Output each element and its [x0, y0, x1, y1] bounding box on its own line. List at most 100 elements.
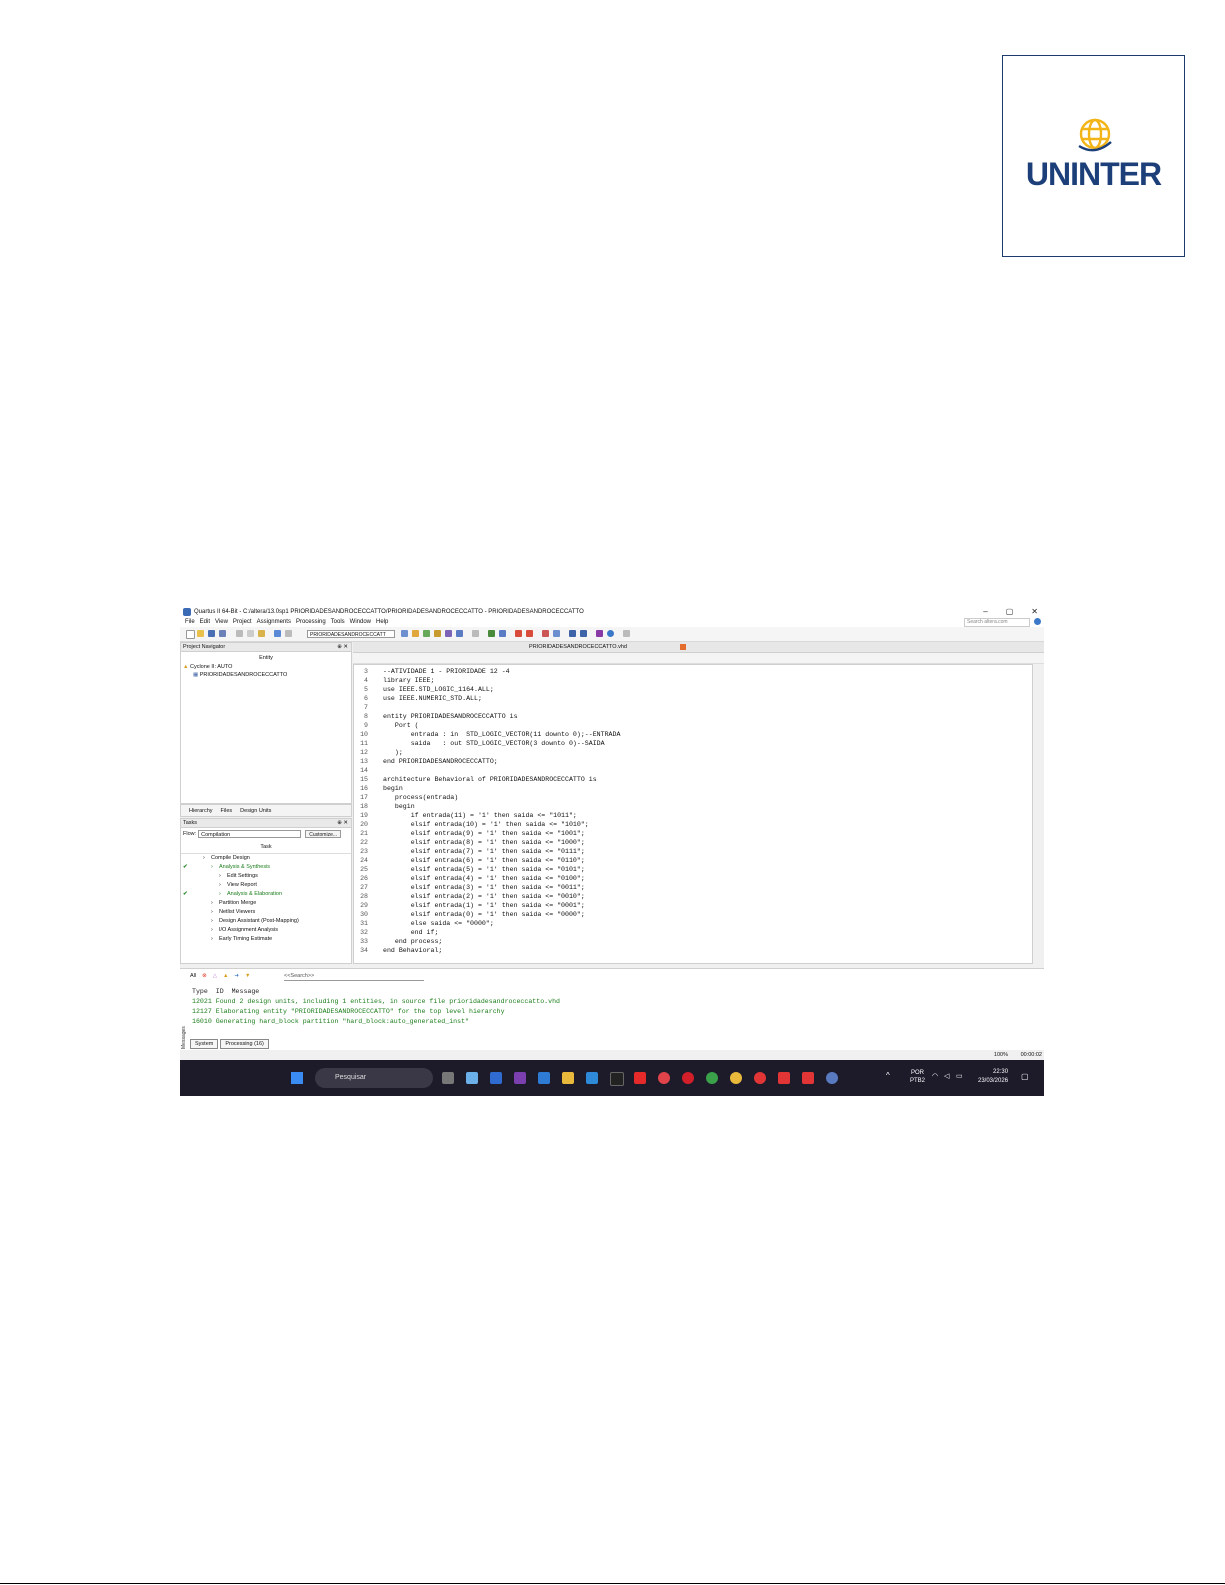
- code-line[interactable]: 22 elsif entrada(8) = '1' then saida <= …: [354, 838, 1032, 847]
- expand-icon[interactable]: ›: [219, 890, 221, 899]
- volume-icon[interactable]: ◁: [944, 1072, 949, 1080]
- help-toolbar-icon[interactable]: [607, 630, 614, 637]
- code-line[interactable]: 23 elsif entrada(7) = '1' then saida <= …: [354, 847, 1032, 856]
- photos-icon[interactable]: [538, 1072, 550, 1084]
- onenote-icon[interactable]: [514, 1072, 526, 1084]
- code-line[interactable]: 20 elsif entrada(10) = '1' then saida <=…: [354, 820, 1032, 829]
- notification-icon[interactable]: ▢: [1021, 1072, 1029, 1081]
- start-compilation-icon[interactable]: [488, 630, 495, 637]
- menu-project[interactable]: Project: [233, 619, 252, 625]
- code-line[interactable]: 3 --ATIVIDADE 1 - PRIORIDADE 12 -4: [354, 667, 1032, 676]
- expand-icon[interactable]: ›: [219, 881, 221, 890]
- code-line[interactable]: 14: [354, 766, 1032, 775]
- menu-assignments[interactable]: Assignments: [257, 619, 291, 625]
- menu-tools[interactable]: Tools: [331, 619, 345, 625]
- tab-design-units[interactable]: Design Units: [240, 808, 271, 814]
- critical-warning-filter-icon[interactable]: △: [213, 973, 217, 979]
- close-icon[interactable]: ✕: [1031, 607, 1038, 616]
- task-item[interactable]: › View Report: [181, 881, 351, 890]
- tab-files[interactable]: Files: [221, 808, 233, 814]
- open-folder-icon[interactable]: [197, 630, 204, 637]
- code-line[interactable]: 15 architecture Behavioral of PRIORIDADES…: [354, 775, 1032, 784]
- chrome-profile-icon[interactable]: [706, 1072, 718, 1084]
- timing-analyzer-icon[interactable]: [515, 630, 522, 637]
- chevron-up-icon[interactable]: ^: [886, 1071, 890, 1080]
- mail-icon[interactable]: [490, 1072, 502, 1084]
- task-item[interactable]: › Netlist Viewers: [181, 908, 351, 917]
- task-item[interactable]: › Early Timing Estimate: [181, 935, 351, 944]
- programmer-icon[interactable]: [553, 630, 560, 637]
- language-indicator[interactable]: POR PTB2: [910, 1069, 925, 1085]
- task-item[interactable]: › Partition Merge: [181, 899, 351, 908]
- code-line[interactable]: 34 end Behavioral;: [354, 946, 1032, 955]
- funnel-icon[interactable]: ▼: [245, 973, 250, 979]
- task-item[interactable]: › Compile Design: [181, 854, 351, 863]
- copy-icon[interactable]: [247, 630, 254, 637]
- taskbar-search[interactable]: Pesquisar: [315, 1068, 433, 1088]
- save-icon[interactable]: [208, 630, 215, 637]
- task-item[interactable]: › I/O Assignment Analysis: [181, 926, 351, 935]
- code-line[interactable]: 12 );: [354, 748, 1032, 757]
- help-icon[interactable]: [1034, 618, 1041, 625]
- expand-icon[interactable]: ›: [211, 908, 213, 917]
- code-line[interactable]: 30 elsif entrada(0) = '1' then saida <= …: [354, 910, 1032, 919]
- design-partition-icon[interactable]: [445, 630, 452, 637]
- music-icon[interactable]: [754, 1072, 766, 1084]
- code-line[interactable]: 19 if entrada(11) = '1' then saida <= "1…: [354, 811, 1032, 820]
- tab-hierarchy[interactable]: Hierarchy: [189, 808, 213, 814]
- netlist-icon[interactable]: [456, 630, 463, 637]
- battery-icon[interactable]: ▭: [956, 1072, 963, 1080]
- tab-system[interactable]: System: [190, 1039, 219, 1049]
- warning-filter-icon[interactable]: ▲: [223, 973, 228, 979]
- code-line[interactable]: 7: [354, 703, 1032, 712]
- message-row[interactable]: 12021 Found 2 design units, including 1 …: [192, 997, 1030, 1007]
- expand-icon[interactable]: ›: [211, 926, 213, 935]
- code-line[interactable]: 11 saida : out STD_LOGIC_VECTOR(3 downto…: [354, 739, 1032, 748]
- task-item[interactable]: ✔ › Analysis & Synthesis: [181, 863, 351, 872]
- wifi-icon[interactable]: ◠: [932, 1072, 938, 1080]
- anydesk-2-icon[interactable]: [802, 1072, 814, 1084]
- message-row[interactable]: 16010 Generating hard_block partition "h…: [192, 1017, 1030, 1027]
- settings-icon[interactable]: [412, 630, 419, 637]
- entity-row[interactable]: ▦ PRIORIDADESANDROCECCATTO: [193, 672, 351, 678]
- code-line[interactable]: 29 elsif entrada(1) = '1' then saida <= …: [354, 901, 1032, 910]
- redo-icon[interactable]: [285, 630, 292, 637]
- pin-planner-icon[interactable]: [434, 630, 441, 637]
- code-line[interactable]: 21 elsif entrada(9) = '1' then saida <= …: [354, 829, 1032, 838]
- menu-view[interactable]: View: [215, 619, 228, 625]
- code-line[interactable]: 10 entrada : in STD_LOGIC_VECTOR(11 down…: [354, 730, 1032, 739]
- expand-icon[interactable]: ›: [211, 863, 213, 872]
- code-line[interactable]: 24 elsif entrada(6) = '1' then saida <= …: [354, 856, 1032, 865]
- expand-icon[interactable]: ›: [203, 854, 205, 863]
- messages-search-input[interactable]: <<Search>>: [284, 972, 424, 981]
- panel-close-icon[interactable]: ⊕ ✕: [337, 643, 348, 651]
- code-editor[interactable]: 3 --ATIVIDADE 1 - PRIORIDADE 12 -4 4 librar…: [353, 664, 1033, 964]
- task-item[interactable]: ✔ › Analysis & Elaboration: [181, 890, 351, 899]
- analysis-icon[interactable]: [499, 630, 506, 637]
- megawizard-icon[interactable]: [596, 630, 603, 637]
- tasks-close-icon[interactable]: ⊕ ✕: [337, 819, 348, 827]
- code-line[interactable]: 27 elsif entrada(3) = '1' then saida <= …: [354, 883, 1032, 892]
- expand-icon[interactable]: ›: [219, 872, 221, 881]
- save-all-icon[interactable]: [219, 630, 226, 637]
- menu-edit[interactable]: Edit: [200, 619, 210, 625]
- taskbar-clock[interactable]: 22:30 23/03/2026: [978, 1068, 1008, 1086]
- youtube-icon[interactable]: [634, 1072, 646, 1084]
- undo-icon[interactable]: [274, 630, 281, 637]
- pin-icon[interactable]: [623, 630, 630, 637]
- menu-window[interactable]: Window: [350, 619, 371, 625]
- code-line[interactable]: 28 elsif entrada(2) = '1' then saida <= …: [354, 892, 1032, 901]
- menu-file[interactable]: File: [185, 619, 195, 625]
- expand-icon[interactable]: ›: [211, 935, 213, 944]
- anydesk-icon[interactable]: [778, 1072, 790, 1084]
- chrome-icon[interactable]: [658, 1072, 670, 1084]
- filter-all-button[interactable]: All: [190, 973, 196, 979]
- project-entity-select[interactable]: PRIORIDADESANDROCECCATT: [307, 630, 395, 638]
- copilot-icon[interactable]: [466, 1072, 478, 1084]
- expand-icon[interactable]: ›: [211, 899, 213, 908]
- cut-icon[interactable]: [236, 630, 243, 637]
- editor-file-tab[interactable]: PRIORIDADESANDROCECCATTO.vhd: [478, 642, 678, 652]
- code-line[interactable]: 4 library IEEE;: [354, 676, 1032, 685]
- expand-icon[interactable]: ›: [211, 917, 213, 926]
- error-filter-icon[interactable]: ⊗: [202, 973, 207, 979]
